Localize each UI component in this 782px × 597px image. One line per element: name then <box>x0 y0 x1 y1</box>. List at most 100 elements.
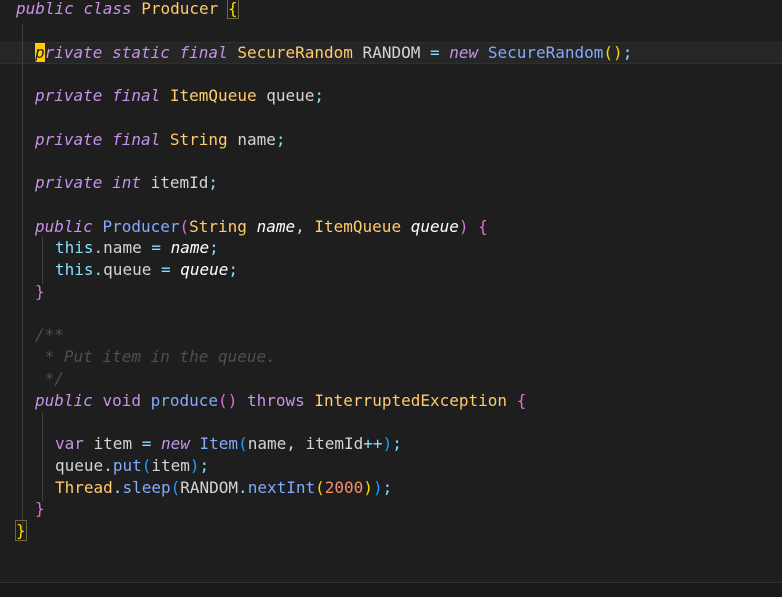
token-parameter: name <box>170 238 210 257</box>
code-line: */ <box>35 368 64 390</box>
code-editor[interactable]: public class Producer { private static f… <box>0 0 782 597</box>
token-type: Thread <box>55 478 113 497</box>
token-keyword: final <box>112 86 161 105</box>
token-brace: { <box>516 391 527 410</box>
token-keyword: new <box>160 434 190 453</box>
token-identifier: queue <box>103 260 161 279</box>
token-keyword: final <box>179 43 228 62</box>
token-parameter: queue <box>410 217 459 236</box>
code-line: public void produce() throws Interrupted… <box>35 390 526 412</box>
token-semicolon: ; <box>199 456 210 475</box>
code-line: this.queue = queue; <box>55 259 238 281</box>
token-dot: . <box>93 260 104 279</box>
token-paren: ) <box>382 434 393 453</box>
token-keyword: public <box>16 0 74 18</box>
token-paren: ( <box>238 434 248 453</box>
token-dot: . <box>93 238 104 257</box>
token-paren: ) <box>189 456 200 475</box>
token-paren: ) <box>227 391 238 410</box>
token-keyword: void <box>102 391 141 410</box>
token-paren: ( <box>170 478 181 497</box>
token-identifier: itemId <box>305 434 364 453</box>
token-this: this <box>55 238 94 257</box>
code-line: } <box>15 520 27 542</box>
token-comma: , <box>286 434 306 453</box>
token-keyword: rivate <box>44 43 103 62</box>
token-comment: */ <box>35 369 64 388</box>
token-identifier: name <box>247 434 287 453</box>
token-paren: ( <box>603 43 614 62</box>
code-line: /** <box>35 324 64 346</box>
token-parameter: name <box>256 217 296 236</box>
token-semicolon: ; <box>228 260 239 279</box>
token-type: String <box>169 130 228 149</box>
token-identifier: queue <box>55 456 104 475</box>
code-line: Thread.sleep(RANDOM.nextInt(2000)); <box>55 477 392 499</box>
token-paren: ( <box>315 478 325 497</box>
text-cursor: p <box>35 43 45 62</box>
token-comma: , <box>295 217 315 236</box>
token-operator: ++ <box>363 434 383 453</box>
token-semicolon: ; <box>382 478 393 497</box>
token-method-name: produce <box>150 391 219 410</box>
token-operator: = <box>429 43 440 62</box>
token-this: this <box>55 260 94 279</box>
token-keyword: class <box>83 0 132 18</box>
token-identifier: item <box>83 434 142 453</box>
token-operator: = <box>141 434 152 453</box>
token-method-call: put <box>112 456 142 475</box>
token-class-name: Producer <box>141 0 219 18</box>
token-semicolon: ; <box>275 130 286 149</box>
token-identifier: name <box>227 130 276 149</box>
token-semicolon: ; <box>622 43 633 62</box>
token-constructor: SecureRandom <box>487 43 604 62</box>
token-keyword: throws <box>246 391 305 410</box>
code-line: private final ItemQueue queue; <box>35 85 324 107</box>
token-comment: * Put item in the queue. <box>35 347 276 366</box>
token-keyword: private <box>35 130 103 149</box>
token-keyword: static <box>112 43 170 62</box>
code-line: queue.put(item); <box>55 455 209 477</box>
token-dot: . <box>112 478 123 497</box>
token-brace: } <box>15 520 27 541</box>
token-paren: ) <box>458 217 469 236</box>
token-brace: } <box>35 499 45 518</box>
code-line: public class Producer { <box>16 0 239 20</box>
token-keyword: public <box>35 391 93 410</box>
token-semicolon: ; <box>392 434 402 453</box>
token-keyword: public <box>35 217 93 236</box>
token-keyword: private <box>35 173 103 192</box>
token-keyword: new <box>449 43 479 62</box>
token-identifier: item <box>151 456 190 475</box>
token-type: ItemQueue <box>169 86 257 105</box>
token-identifier: name <box>103 238 152 257</box>
token-brace: } <box>35 282 45 301</box>
token-operator: = <box>151 238 161 257</box>
indent-guide <box>42 413 43 501</box>
token-brace: { <box>226 0 239 19</box>
token-keyword: int <box>112 173 141 192</box>
token-method-call: nextInt <box>247 478 316 497</box>
token-paren: ) <box>613 43 623 62</box>
